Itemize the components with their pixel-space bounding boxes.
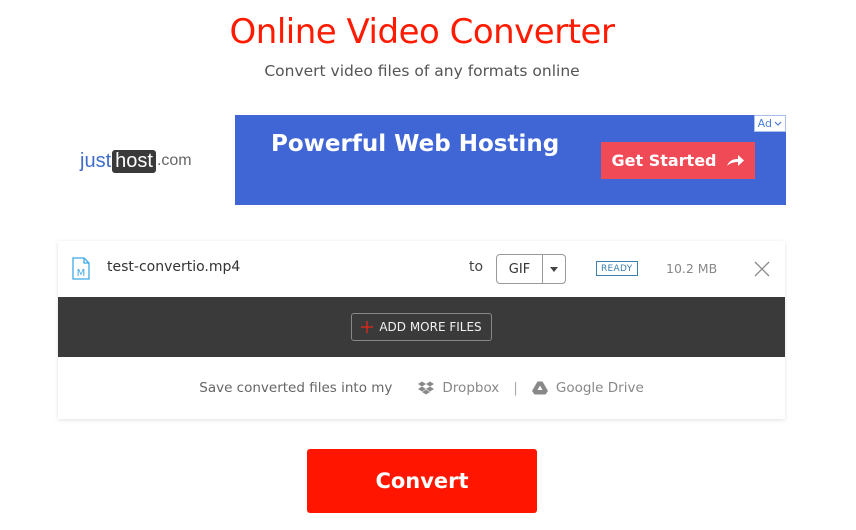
ad-badge-label: Ad [757,117,772,130]
format-value: GIF [497,255,543,283]
output-format-select[interactable]: GIF [496,254,566,284]
save-label: Save converted files into my [199,380,393,396]
ad-banner[interactable]: Powerful Web Hosting Get Started Ad [235,115,786,205]
status-badge: READY [596,261,638,276]
close-icon[interactable] [752,259,772,279]
file-row: M test-convertio.mp4 to GIF READY 10.2 M… [58,241,785,297]
plus-icon [361,321,374,333]
logo-text-com: .com [156,152,192,169]
google-drive-label: Google Drive [555,380,644,396]
convert-button[interactable]: Convert [307,449,537,513]
arrow-right-icon [726,154,744,166]
add-more-files-label: ADD MORE FILES [379,320,482,334]
file-size: 10.2 MB [666,261,718,276]
save-destination-row: Save converted files into my Dropbox | G… [58,357,785,419]
to-label: to [469,259,484,275]
advertiser-logo[interactable]: just host .com [80,147,192,175]
file-name: test-convertio.mp4 [107,259,241,275]
page-subtitle: Convert video files of any formats onlin… [264,62,580,80]
dropbox-label: Dropbox [442,380,500,396]
logo-text-just: just [80,149,112,172]
google-drive-icon [531,381,548,395]
add-more-files-button[interactable]: ADD MORE FILES [351,313,492,341]
dropbox-icon [418,381,435,395]
page-title: Online Video Converter [229,12,615,52]
ad-cta-label: Get Started [611,151,717,170]
google-drive-link[interactable]: Google Drive [531,380,644,396]
ad-headline: Powerful Web Hosting [271,131,560,157]
chevron-down-icon [774,121,782,126]
converter-panel: M test-convertio.mp4 to GIF READY 10.2 M… [58,241,785,419]
caret-down-icon[interactable] [543,255,565,283]
dropbox-link[interactable]: Dropbox [418,380,499,396]
add-files-bar: ADD MORE FILES [58,297,785,357]
ad-choices-badge[interactable]: Ad [753,115,786,132]
separator: | [513,380,518,396]
video-file-icon: M [72,257,90,280]
svg-text:M: M [77,268,86,279]
logo-text-host: host [112,149,156,173]
ad-get-started-button[interactable]: Get Started [601,142,755,179]
